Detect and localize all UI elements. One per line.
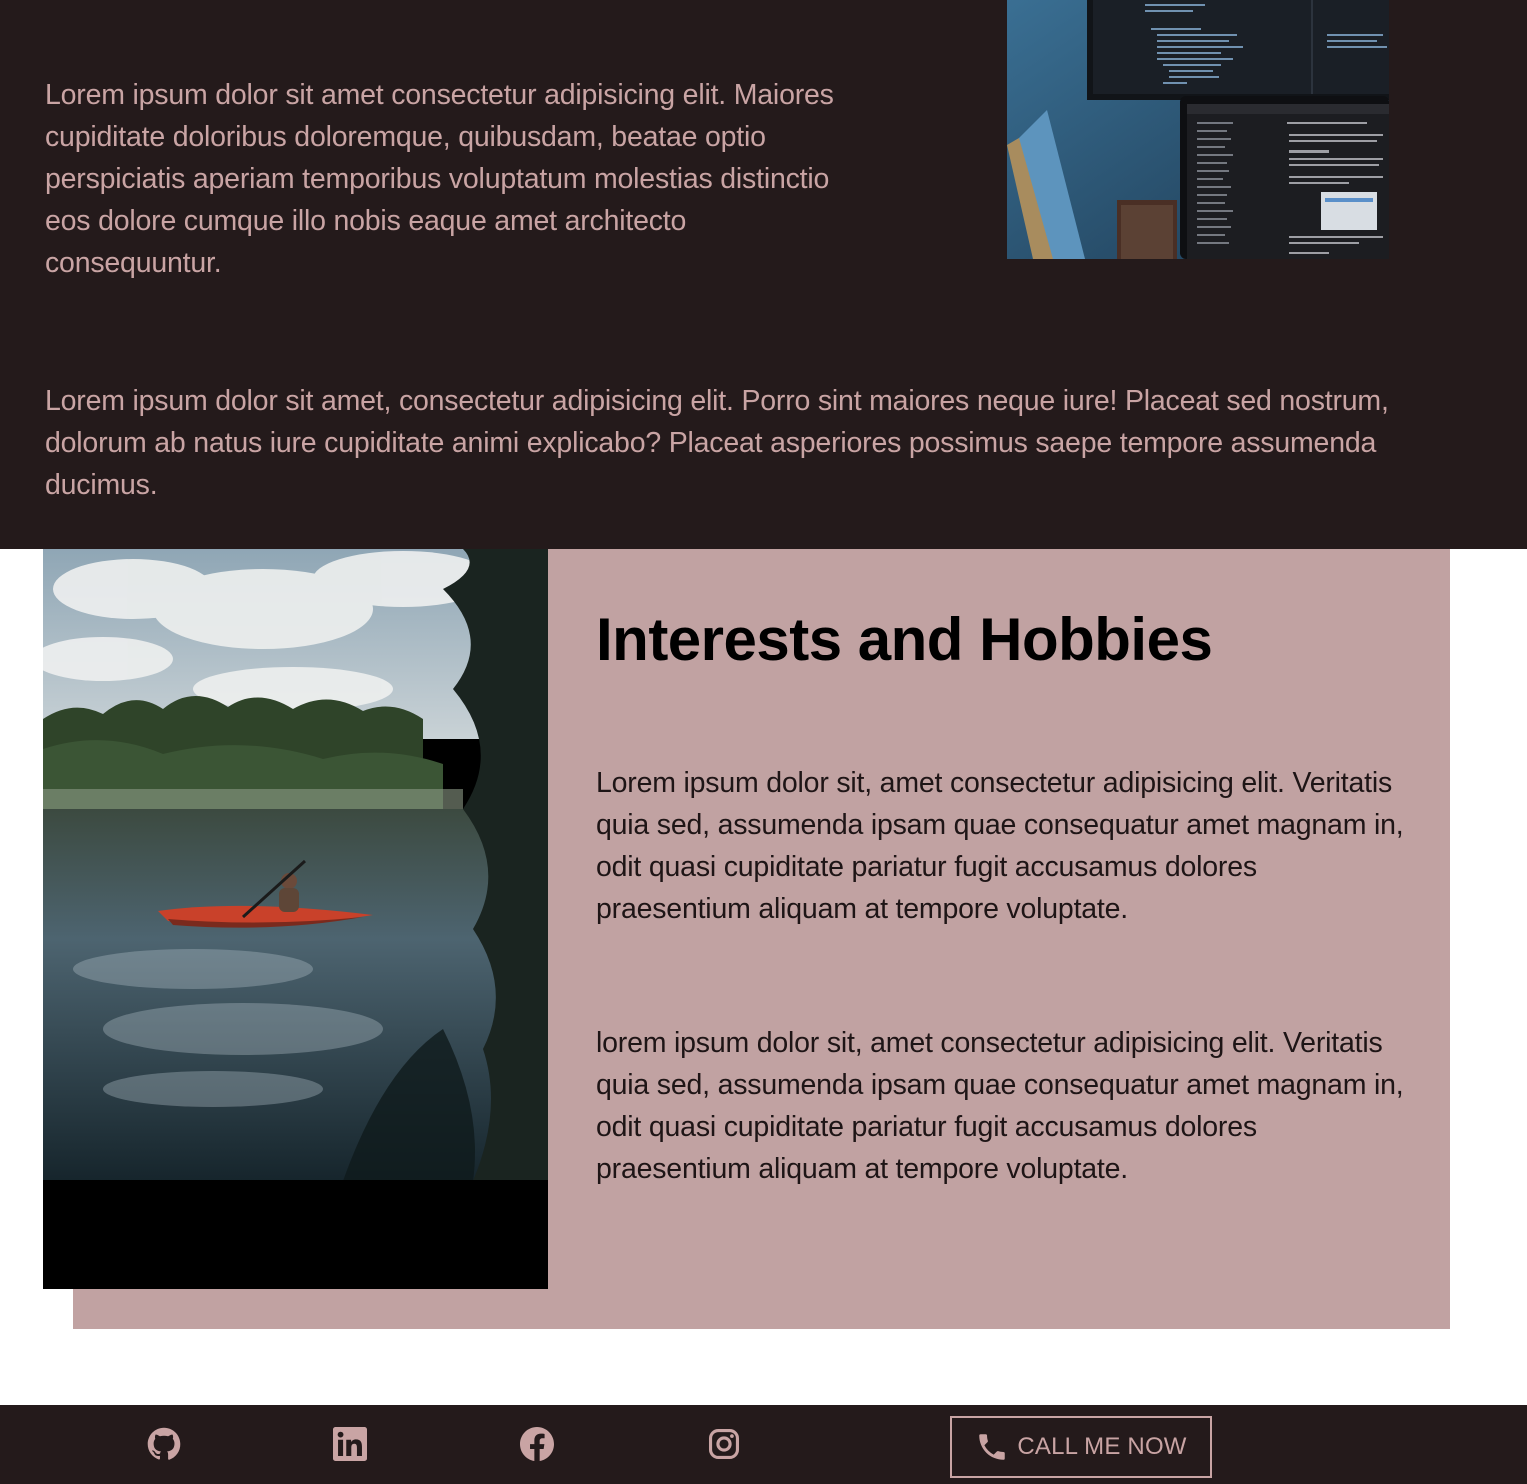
second-paragraph: Lorem ipsum dolor sit amet, consectetur … [45, 385, 1389, 501]
linkedin-icon[interactable] [333, 1427, 367, 1461]
instagram-icon[interactable] [707, 1427, 741, 1461]
github-icon[interactable] [147, 1427, 181, 1461]
hobbies-paragraph-1: Lorem ipsum dolor sit, amet consectetur … [596, 767, 1404, 925]
about-section: Lorem ipsum dolor sit amet consectetur a… [0, 0, 1527, 549]
footer: CALL ME NOW [0, 1405, 1527, 1484]
kayak-lake-image [43, 549, 548, 1289]
phone-icon [975, 1430, 1009, 1464]
call-button-label: CALL ME NOW [1017, 1433, 1187, 1460]
facebook-icon[interactable] [520, 1427, 554, 1461]
hobbies-paragraph-2: lorem ipsum dolor sit, amet consectetur … [596, 1027, 1404, 1185]
workspace-code-image [1007, 0, 1389, 259]
hobbies-title: Interests and Hobbies [596, 606, 1213, 673]
intro-paragraph: Lorem ipsum dolor sit amet consectetur a… [45, 79, 834, 279]
call-me-now-button[interactable]: CALL ME NOW [950, 1416, 1212, 1478]
